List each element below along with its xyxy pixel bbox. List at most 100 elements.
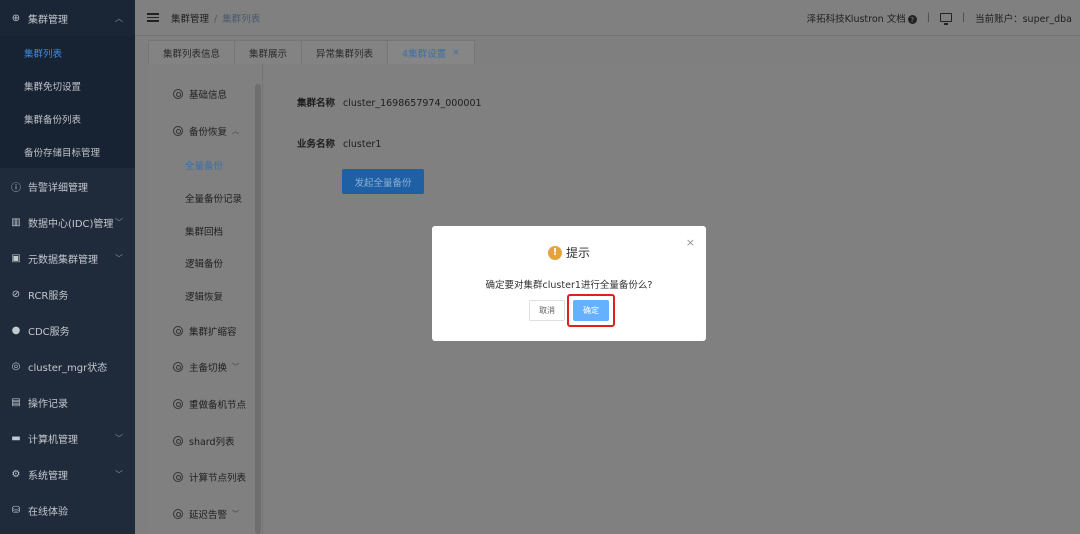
sidebar-group-idc[interactable]: ▥ 数据中心(IDC)管理 ﹀ [0, 204, 135, 240]
tab-cluster-display[interactable]: 集群展示 [234, 40, 303, 64]
gear-icon [173, 362, 183, 372]
confirm-dialog: × ! 提示 确定要对集群cluster1进行全量备份么? 取消 确定 [432, 226, 706, 341]
chevron-up-icon: ︿ [115, 13, 123, 23]
menu-item-basic-info[interactable]: 基础信息 [173, 87, 227, 101]
sidebar-group-label: CDC服务 [28, 326, 70, 338]
sidebar-group-label: 元数据集群管理 [28, 254, 98, 266]
menu-item-full-backup[interactable]: 全量备份 [185, 158, 223, 172]
account-label[interactable]: 当前账户：super_dba [975, 11, 1072, 25]
menu-item-label: 集群扩缩容 [189, 327, 237, 338]
gear-icon [173, 326, 183, 336]
sidebar-group-label: 计算机管理 [28, 434, 78, 446]
menu-item-label: 备份恢复 [189, 127, 228, 138]
sidebar-item-label: 备份存储目标管理 [24, 147, 101, 159]
sidebar-group-alerts[interactable]: ⓘ 告警详细管理 [0, 168, 135, 204]
menu-item-master-switch[interactable]: 主备切换 ﹀ [173, 360, 239, 374]
sidebar-group-operation-log[interactable]: ▤ 操作记录 [0, 384, 135, 420]
sidebar-item-backup-storage[interactable]: 备份存储目标管理 [0, 135, 135, 168]
chevron-down-icon: ﹀ [115, 253, 123, 263]
sidebar-group-label: 数据中心(IDC)管理 [28, 218, 114, 230]
tab-abnormal-cluster-list[interactable]: 异常集群列表 [301, 40, 389, 64]
dialog-title: ! 提示 [432, 244, 706, 261]
sidebar-group-rcr[interactable]: ⊘ RCR服务 [0, 276, 135, 312]
docs-link-label: 泽拓科技Klustron 文档 [806, 13, 906, 25]
database-icon: ▣ [11, 252, 21, 264]
menu-item-delay-alert[interactable]: 延迟告警 ﹀ [173, 507, 239, 521]
divider: | [926, 12, 930, 23]
sidebar-item-cluster-backup-list[interactable]: 集群备份列表 [0, 102, 135, 135]
sidebar-group-label: 系统管理 [28, 470, 68, 482]
chevron-up-icon: ︿ [232, 127, 240, 135]
cluster-name-value: cluster_1698657974_000001 [343, 98, 482, 109]
top-right-area: 泽拓科技Klustron 文档? | | 当前账户：super_dba [807, 11, 1072, 25]
cancel-button[interactable]: 取消 [529, 300, 565, 321]
sidebar: ⊕ 集群管理 ︿ 集群列表 集群免切设置 集群备份列表 备份存储目标管理 ⓘ 告… [0, 0, 135, 534]
tab-label: 异常集群列表 [316, 48, 374, 60]
business-name-field: 业务名称 cluster1 [297, 136, 381, 150]
menu-item-cluster-rollback[interactable]: 集群回档 [185, 224, 223, 238]
chevron-down-icon: ﹀ [115, 433, 123, 443]
dialog-title-text: 提示 [565, 246, 590, 260]
sidebar-group-label: RCR服务 [28, 290, 69, 302]
sidebar-group-label: 告警详细管理 [28, 182, 88, 194]
sidebar-group-online-trial[interactable]: ⛁ 在线体验 [0, 492, 135, 528]
tab-label: 4集群设置 [402, 48, 447, 60]
breadcrumb: 集群管理 / 集群列表 [171, 11, 260, 25]
sidebar-group-computer[interactable]: ▬ 计算机管理 ﹀ [0, 420, 135, 456]
sidebar-item-cluster-switch-settings[interactable]: 集群免切设置 [0, 69, 135, 102]
chevron-down-icon: ﹀ [232, 363, 240, 371]
cluster-name-label: 集群名称 [297, 98, 336, 109]
gear-icon: ⚙ [11, 468, 21, 480]
tab-cluster-settings[interactable]: 4集群设置 × [387, 40, 475, 64]
gear-icon [173, 436, 183, 446]
menu-item-label: 延迟告警 [189, 510, 228, 521]
hamburger-icon[interactable] [147, 13, 159, 22]
tab-cluster-list-info[interactable]: 集群列表信息 [148, 40, 236, 64]
menu-item-rebuild-standby[interactable]: 重做备机节点 [173, 397, 246, 411]
cluster-name-field: 集群名称 cluster_1698657974_000001 [297, 95, 482, 109]
sidebar-group-label: cluster_mgr状态 [28, 362, 108, 374]
monitor-icon[interactable] [939, 13, 952, 25]
sidebar-group-cluster-mgr[interactable]: ◎ cluster_mgr状态 [0, 348, 135, 384]
gear-icon [173, 472, 183, 482]
sidebar-item-cluster-list[interactable]: 集群列表 [0, 36, 135, 69]
divider: | [961, 12, 966, 23]
menu-scrollbar[interactable] [255, 84, 261, 534]
chevron-down-icon: ﹀ [115, 469, 123, 479]
top-bar: 集群管理 / 集群列表 泽拓科技Klustron 文档? | | 当前账户：supe… [135, 0, 1080, 36]
menu-item-full-backup-records[interactable]: 全量备份记录 [185, 191, 242, 205]
gear-icon [173, 126, 183, 136]
menu-item-label: 主备切换 [189, 363, 228, 374]
gear-icon [173, 509, 183, 519]
alert-circle-icon: ⓘ [11, 182, 21, 194]
sidebar-item-label: 集群列表 [24, 48, 63, 60]
close-icon[interactable]: × [452, 48, 460, 58]
breadcrumb-separator: / [214, 13, 218, 25]
menu-item-logical-backup[interactable]: 逻辑备份 [185, 256, 223, 270]
start-full-backup-button[interactable]: 发起全量备份 [342, 169, 424, 194]
gear-icon [173, 89, 183, 99]
tab-label: 集群展示 [249, 48, 288, 60]
settings-menu: 基础信息 备份恢复 ︿ 全量备份 全量备份记录 集群回档 逻辑备份 逻辑恢复 集群… [148, 64, 263, 534]
breadcrumb-root[interactable]: 集群管理 [171, 14, 209, 25]
gear-icon [173, 399, 183, 409]
menu-item-shard-list[interactable]: shard列表 [173, 434, 235, 448]
menu-item-compute-nodes[interactable]: 计算节点列表 [173, 470, 246, 484]
docs-link[interactable]: 泽拓科技Klustron 文档? [807, 11, 917, 25]
menu-item-label: 全量备份记录 [185, 194, 243, 205]
sidebar-group-cdc[interactable]: ● CDC服务 [0, 312, 135, 348]
sidebar-group-cluster-management[interactable]: ⊕ 集群管理 ︿ [0, 0, 135, 36]
sidebar-group-metadata-cluster[interactable]: ▣ 元数据集群管理 ﹀ [0, 240, 135, 276]
sidebar-item-label: 集群备份列表 [24, 114, 82, 126]
menu-item-label: 计算节点列表 [189, 473, 247, 484]
menu-item-logical-restore[interactable]: 逻辑恢复 [185, 289, 223, 303]
menu-item-backup-restore[interactable]: 备份恢复 ︿ [173, 124, 239, 138]
help-icon: ? [907, 15, 917, 24]
warning-icon: ! [547, 245, 562, 260]
sidebar-group-system[interactable]: ⚙ 系统管理 ﹀ [0, 456, 135, 492]
tab-label: 集群列表信息 [163, 48, 221, 60]
tab-bar: 集群列表信息 集群展示 异常集群列表 4集群设置 × [148, 40, 1080, 64]
sidebar-item-label: 集群免切设置 [24, 81, 82, 93]
menu-item-cluster-scale[interactable]: 集群扩缩容 [173, 324, 237, 338]
dialog-message: 确定要对集群cluster1进行全量备份么? [485, 280, 653, 291]
